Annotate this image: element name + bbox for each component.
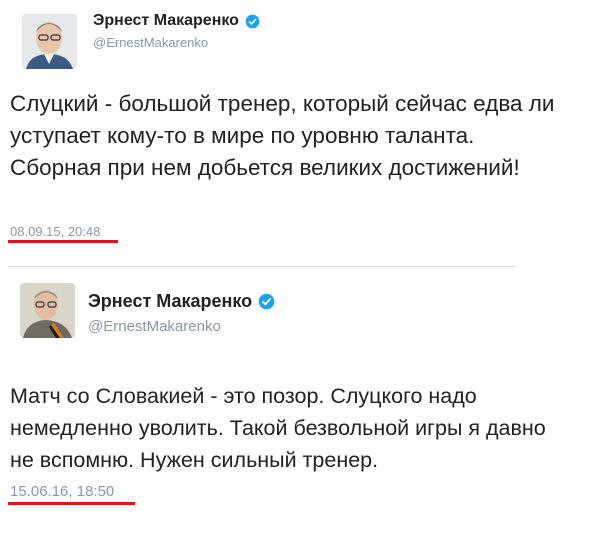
name-row: Эрнест Макаренко (93, 12, 260, 30)
avatar-photo (22, 14, 77, 69)
display-name[interactable]: Эрнест Макаренко (93, 12, 239, 30)
tweet-card: Эрнест Макаренко @ErnestMakarenko Матч с… (0, 270, 600, 541)
tweet-card: Эрнест Макаренко @ErnestMakarenko Слуцки… (0, 0, 600, 266)
verified-badge-icon (245, 14, 260, 28)
avatar[interactable] (20, 283, 75, 338)
tweet-text: Слуцкий - большой тренер, который сейчас… (10, 91, 555, 180)
red-highlight-underline (8, 502, 135, 505)
avatar-photo (20, 283, 75, 338)
handle[interactable]: @ErnestMakarenko (88, 318, 221, 335)
display-name[interactable]: Эрнест Макаренко (88, 291, 252, 312)
timestamp[interactable]: 08.09.15, 20:48 (10, 224, 100, 239)
handle[interactable]: @ErnestMakarenko (93, 35, 208, 50)
name-row: Эрнест Макаренко (88, 291, 275, 312)
red-highlight-underline (8, 240, 118, 243)
verified-badge-icon (258, 293, 275, 310)
avatar[interactable] (22, 14, 77, 69)
timestamp[interactable]: 15.06.16, 18:50 (10, 483, 114, 500)
tweet-text: Матч со Словакией - это позор. Слуцкого … (10, 384, 546, 472)
divider (8, 266, 516, 267)
